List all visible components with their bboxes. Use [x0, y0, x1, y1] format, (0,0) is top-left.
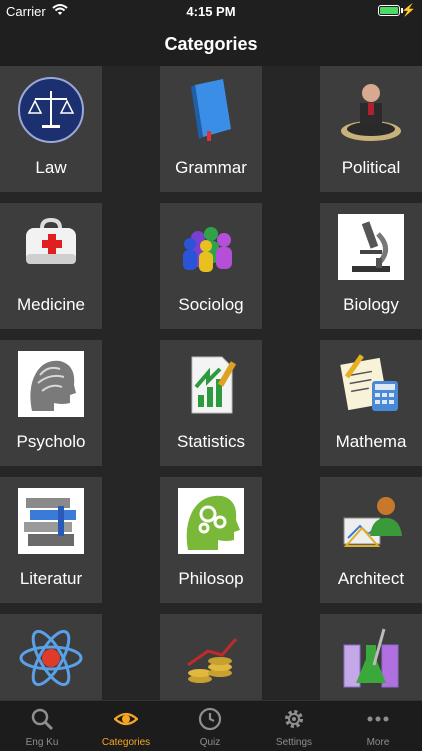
category-label: Medicine: [16, 295, 86, 314]
tab-eng-ku[interactable]: Eng Ku: [0, 701, 84, 751]
category-tile-philosophy[interactable]: Philosop: [160, 477, 262, 603]
status-bar: Carrier 4:15 PM ⚡: [0, 0, 422, 22]
microscope-icon: [337, 213, 405, 281]
category-label: Literatur: [19, 569, 83, 588]
category-tile-law[interactable]: Law: [0, 66, 102, 192]
category-grid[interactable]: Law Grammar Political Medicine Sociolog …: [0, 66, 422, 700]
category-label: Sociolog: [178, 295, 244, 314]
tab-categories[interactable]: Categories: [84, 701, 168, 751]
chart-document-icon: [177, 350, 245, 418]
category-label: Biology: [343, 295, 399, 314]
gear-head-icon: [177, 487, 245, 555]
category-tile-physics[interactable]: [0, 614, 102, 700]
book-icon: [177, 76, 245, 144]
category-tile-architecture[interactable]: Architect: [320, 477, 422, 603]
category-label: Architect: [337, 569, 405, 588]
gear-icon: [285, 710, 303, 728]
battery-icon: [378, 5, 400, 16]
architect-icon: [337, 487, 405, 555]
category-label: Mathema: [335, 432, 407, 451]
more-icon: [367, 716, 389, 722]
charging-icon: ⚡: [401, 3, 416, 17]
category-label: Political: [341, 158, 401, 177]
category-tile-grammar[interactable]: Grammar: [160, 66, 262, 192]
category-label: Psycholo: [16, 432, 86, 451]
category-tile-political[interactable]: Political: [320, 66, 422, 192]
tab-more[interactable]: More: [336, 701, 420, 751]
category-label: Law: [35, 158, 67, 177]
category-tile-sociology[interactable]: Sociolog: [160, 203, 262, 329]
search-icon: [31, 708, 54, 731]
category-label: Statistics: [176, 432, 246, 451]
tab-label: Quiz: [199, 737, 221, 748]
nav-bar: Categories: [0, 22, 422, 67]
calculator-icon: [337, 350, 405, 418]
head-profile-icon: [17, 350, 85, 418]
category-tile-biology[interactable]: Biology: [320, 203, 422, 329]
politician-icon: [337, 76, 405, 144]
tab-bar: Eng Ku Categories Quiz Settings More: [0, 700, 422, 751]
status-time: 4:15 PM: [186, 4, 236, 19]
people-group-icon: [177, 213, 245, 281]
tab-label: More: [366, 737, 390, 748]
flask-icon: [337, 624, 405, 692]
category-tile-statistics[interactable]: Statistics: [160, 340, 262, 466]
category-label: Grammar: [175, 158, 247, 177]
first-aid-kit-icon: [17, 213, 85, 281]
eye-icon: [114, 712, 138, 726]
coins-icon: [177, 624, 245, 692]
tab-quiz[interactable]: Quiz: [168, 701, 252, 751]
category-label: Philosop: [178, 569, 244, 588]
tab-label: Eng Ku: [25, 737, 59, 748]
atom-icon: [17, 624, 85, 692]
page-title: Categories: [164, 34, 258, 54]
category-tile-medicine[interactable]: Medicine: [0, 203, 102, 329]
tab-label: Categories: [101, 737, 151, 748]
category-tile-chemistry[interactable]: [320, 614, 422, 700]
category-tile-economics[interactable]: [160, 614, 262, 700]
clock-icon: [198, 707, 222, 731]
tab-label: Settings: [275, 737, 313, 748]
category-tile-psychology[interactable]: Psycholo: [0, 340, 102, 466]
category-tile-literature[interactable]: Literatur: [0, 477, 102, 603]
books-stack-icon: [17, 487, 85, 555]
category-tile-mathematics[interactable]: Mathema: [320, 340, 422, 466]
tab-settings[interactable]: Settings: [252, 701, 336, 751]
scales-icon: [17, 76, 85, 144]
